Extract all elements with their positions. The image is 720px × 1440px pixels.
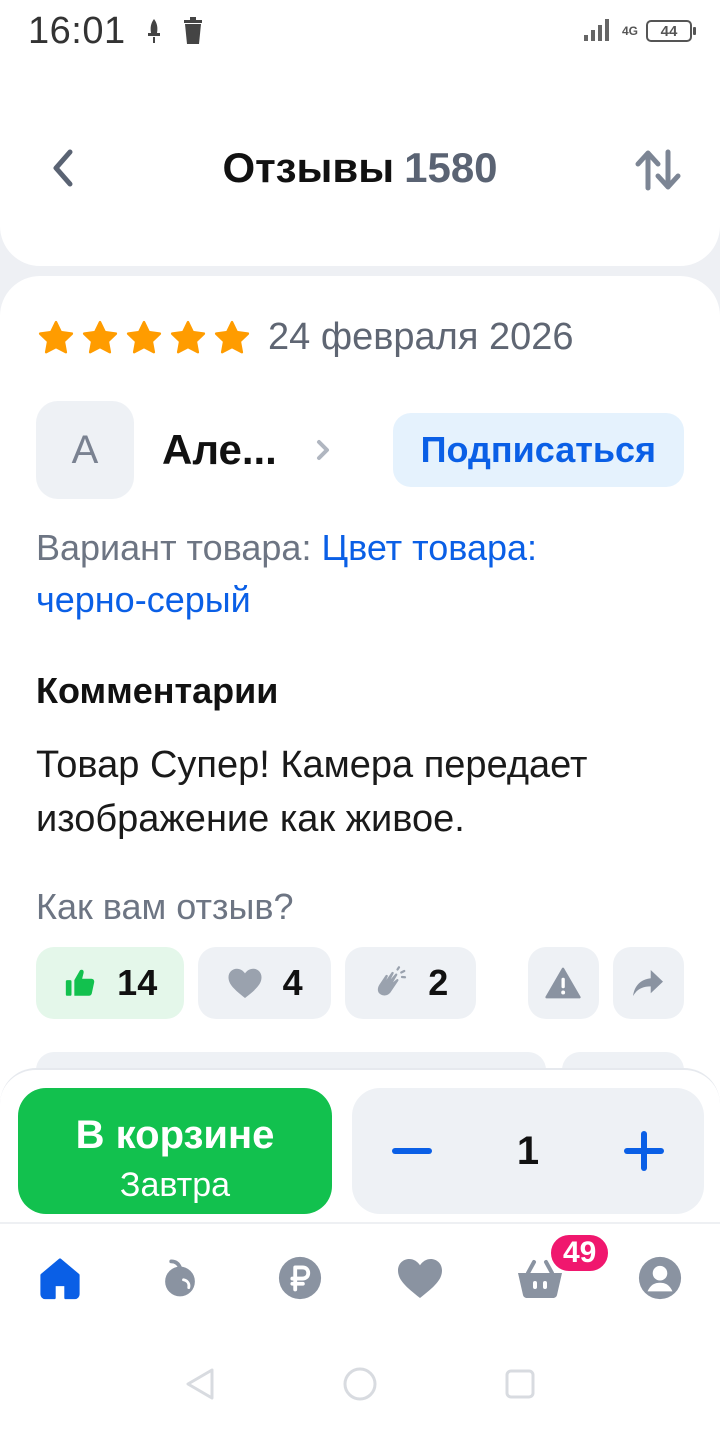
- heart-reaction-button[interactable]: 4: [198, 947, 331, 1019]
- plus-icon: [624, 1131, 664, 1171]
- clap-count: 2: [428, 962, 449, 1003]
- increase-button[interactable]: [584, 1088, 704, 1214]
- sort-button[interactable]: [630, 146, 686, 194]
- avatar-initial: А: [71, 427, 99, 472]
- star-icon: [170, 320, 206, 353]
- network-type: 4G: [621, 23, 638, 38]
- minus-icon: [392, 1148, 432, 1154]
- reactions-row: 14 4 2: [36, 946, 684, 1020]
- clapping-hands-icon: [378, 966, 407, 996]
- battery-indicator: 44: [646, 20, 696, 42]
- tab-cart[interactable]: 49: [480, 1224, 612, 1332]
- review-feedback-question: Как вам отзыв?: [36, 886, 294, 927]
- home-circle-icon[interactable]: [342, 1366, 378, 1407]
- quantity-stepper: 1: [352, 1088, 704, 1214]
- star-icon: [214, 320, 250, 353]
- quantity-value: 1: [516, 1128, 540, 1173]
- signal-icon: [583, 17, 614, 46]
- page-title: Отзывы 1580: [0, 144, 720, 192]
- star-icon: [126, 320, 162, 353]
- star-rating: [36, 318, 252, 358]
- heart-icon: [398, 1259, 442, 1298]
- report-button[interactable]: [527, 947, 599, 1019]
- share-button[interactable]: [612, 947, 684, 1019]
- chevron-right-icon[interactable]: [315, 438, 331, 462]
- thumbs-up-icon: [66, 969, 95, 996]
- tab-home[interactable]: [0, 1224, 120, 1332]
- share-arrow-icon: [633, 970, 664, 996]
- avatar[interactable]: А: [36, 401, 134, 499]
- tab-favorites[interactable]: [360, 1224, 480, 1332]
- star-icon: [82, 320, 118, 353]
- comment-text: Товар Супер! Камера передает изображение…: [36, 744, 588, 840]
- apple-icon: [165, 1259, 195, 1297]
- variant-label: Вариант товара:: [36, 527, 312, 568]
- profile-icon: [638, 1256, 682, 1300]
- decrease-button[interactable]: [352, 1088, 472, 1214]
- author-name[interactable]: Але...: [162, 426, 277, 474]
- subscribe-button[interactable]: Подписаться: [392, 413, 684, 487]
- tab-bar: 49: [0, 1222, 720, 1332]
- in-cart-button[interactable]: В корзине Завтра: [18, 1088, 332, 1214]
- tab-finance[interactable]: [240, 1224, 360, 1332]
- trash-icon: [182, 17, 204, 45]
- notification-icon: [144, 17, 164, 45]
- product-variant: Вариант товара: Цвет товара: черно-серый: [36, 522, 656, 626]
- like-count: 14: [117, 962, 158, 1003]
- ruble-icon: [278, 1256, 322, 1300]
- heart-icon: [228, 968, 262, 998]
- page-title-text: Отзывы: [222, 144, 395, 191]
- tab-catalog[interactable]: [120, 1224, 240, 1332]
- status-time: 16:01: [28, 9, 126, 52]
- sort-arrows-icon: [635, 149, 681, 191]
- comments-title: Комментарии: [36, 670, 279, 711]
- like-button[interactable]: 14: [36, 947, 185, 1019]
- review-date: 24 февраля 2026: [268, 316, 574, 358]
- in-cart-label: В корзине: [75, 1113, 275, 1157]
- status-bar: 16:01 4G 44: [0, 0, 720, 62]
- author-row: А Але... Подписаться: [36, 400, 684, 500]
- star-icon: [38, 320, 74, 353]
- header: Отзывы 1580: [0, 62, 720, 266]
- home-icon: [40, 1258, 80, 1300]
- clap-reaction-button[interactable]: 2: [344, 947, 476, 1019]
- rating-row: 24 февраля 2026: [36, 316, 574, 359]
- system-navigation-bar: [0, 1332, 720, 1440]
- cart-bar: В корзине Завтра 1: [0, 1068, 720, 1224]
- heart-count: 4: [282, 962, 303, 1003]
- delivery-label: Завтра: [119, 1166, 231, 1204]
- tab-profile[interactable]: [600, 1224, 720, 1332]
- reviews-count: 1580: [404, 144, 498, 191]
- back-triangle-icon[interactable]: [182, 1366, 218, 1407]
- warning-icon: [545, 967, 581, 999]
- recents-square-icon[interactable]: [502, 1366, 538, 1407]
